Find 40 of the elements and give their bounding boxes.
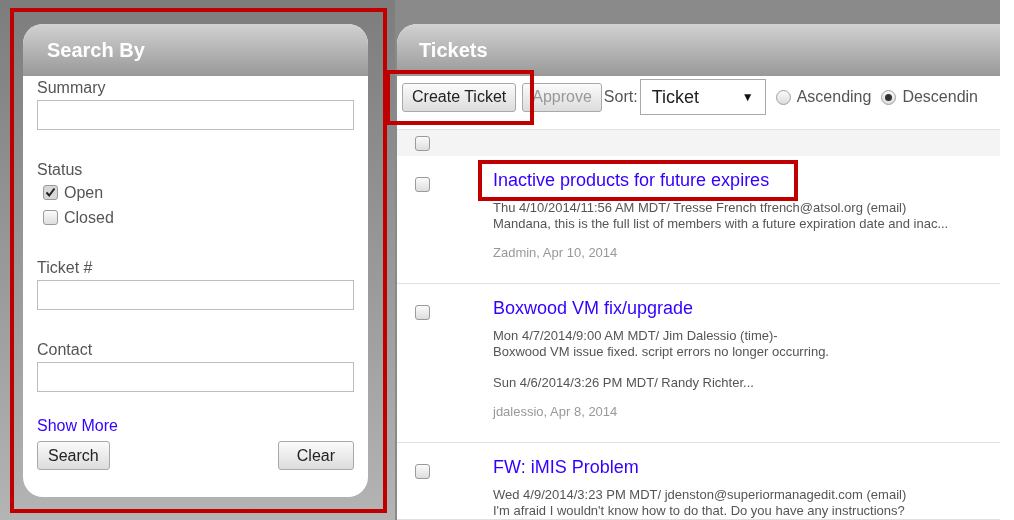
checkbox[interactable] — [43, 210, 58, 225]
create-ticket-button[interactable]: Create Ticket — [402, 82, 517, 112]
panel-title: Tickets — [419, 38, 488, 63]
ticket-title-link[interactable]: FW: iMIS Problem — [493, 455, 907, 479]
radio-label: Descendin — [902, 87, 978, 107]
ticket-footer-text: jdalessio, Apr 8, 2014 — [493, 404, 619, 420]
ticket-detail-text: I'm afraid I wouldn't know how to do that. Do you have any instructions? — [493, 503, 906, 519]
checkbox[interactable] — [415, 464, 430, 479]
check-icon — [45, 187, 56, 198]
ticket-title-link[interactable]: Boxwood VM fix/upgrade — [493, 296, 829, 320]
ticket-detail-text: Mandana, this is the full list of members with a future expiration date and inac... — [493, 216, 949, 232]
ticket-footer-text: Zadmin, Apr 10, 2014 — [493, 245, 619, 261]
checkbox-label: Closed — [64, 207, 114, 228]
field-label: Status — [37, 160, 84, 180]
ticket-detail-text: Sun 4/6/2014/3:26 PM MDT/ Randy Richter... — [493, 375, 755, 391]
ticket-detail-text: Thu 4/10/2014/11:56 AM MDT/ Tresse French tfrench@atsol.org (email) — [493, 200, 908, 216]
sort-label: Sort: — [603, 87, 638, 107]
ticket-detail-text: Mon 4/7/2014/9:00 AM MDT/ Jim Dalessio (time)- — [493, 328, 779, 344]
input-field[interactable] — [37, 280, 354, 310]
ticket-title-link[interactable]: Inactive products for future expires — [493, 168, 949, 192]
ticket-detail-text: Wed 4/9/2014/3:23 PM MDT/ jdenston@superiormanagedit.com (email) — [493, 487, 907, 503]
checkbox[interactable] — [415, 177, 430, 192]
field-label: Ticket # — [37, 258, 94, 278]
field-label: Summary — [37, 78, 107, 98]
ticket-detail-text: Boxwood VM issue fixed. script errors no longer occurring. — [493, 344, 829, 360]
panel-title: Search By — [47, 38, 145, 63]
sort-select[interactable]: Ticket ▼ — [639, 79, 766, 115]
checkbox[interactable] — [43, 185, 58, 200]
input-field[interactable] — [37, 100, 354, 130]
radio-label: Ascending — [796, 87, 872, 107]
input-field[interactable] — [37, 362, 354, 392]
radio-button[interactable] — [881, 89, 897, 105]
show-more-link[interactable]: Show More — [37, 416, 118, 436]
checkbox-label: Open — [64, 182, 104, 203]
field-label: Contact — [37, 340, 94, 360]
clear-button[interactable]: Clear — [277, 441, 354, 470]
checkbox[interactable] — [415, 305, 430, 320]
search-button[interactable]: Search — [37, 441, 110, 470]
radio-button[interactable] — [775, 89, 791, 105]
checkbox[interactable] — [415, 135, 430, 151]
